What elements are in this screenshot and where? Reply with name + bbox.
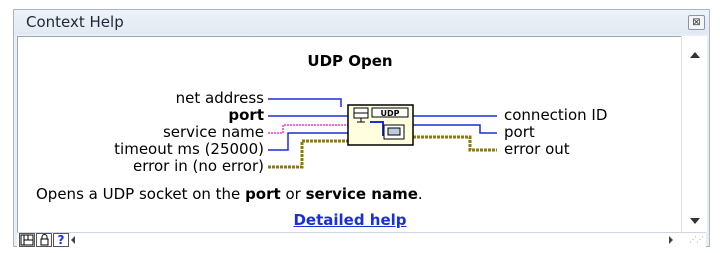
scroll-left-arrow-icon[interactable] <box>71 236 75 244</box>
vi-description: Opens a UDP socket on the port or servic… <box>36 185 423 203</box>
lock-icon <box>40 234 49 246</box>
close-icon[interactable]: ⊠ <box>688 15 705 30</box>
wire-port-out <box>413 124 497 134</box>
scroll-right-arrow-icon[interactable] <box>669 236 673 244</box>
vertical-scrollbar[interactable] <box>681 36 707 232</box>
wire-net-address <box>268 98 342 107</box>
lock-help-button[interactable] <box>36 233 52 247</box>
terminals-icon <box>20 234 34 246</box>
window-title: Context Help <box>26 13 124 31</box>
wire-error-out <box>413 135 497 152</box>
show-optional-terminals-button[interactable] <box>19 233 35 247</box>
resize-grip-icon[interactable]: ⋰⋰ <box>689 235 704 244</box>
detailed-help-button[interactable]: ? <box>53 233 69 247</box>
vi-icon-label: UDP <box>381 109 400 118</box>
udp-open-vi-icon: UDP <box>347 104 414 146</box>
connector-pane-diagram: UDP <box>268 98 497 169</box>
bottom-toolbar: ? ⋰⋰ <box>17 232 706 247</box>
wire-service-name <box>268 124 348 134</box>
detailed-help-link[interactable]: Detailed help <box>18 211 682 229</box>
desc-keyword-port: port <box>245 185 281 203</box>
desc-keyword-service-name: service name <box>305 185 418 203</box>
scroll-up-arrow-icon[interactable] <box>690 52 700 58</box>
context-help-window: Context Help ⊠ UDP Open net address port… <box>13 9 710 247</box>
help-content-pane: UDP Open net address port service name t… <box>17 36 682 233</box>
wire-error-in <box>268 139 348 169</box>
title-bar: Context Help ⊠ <box>14 10 709 34</box>
scroll-down-arrow-icon[interactable] <box>690 218 700 224</box>
